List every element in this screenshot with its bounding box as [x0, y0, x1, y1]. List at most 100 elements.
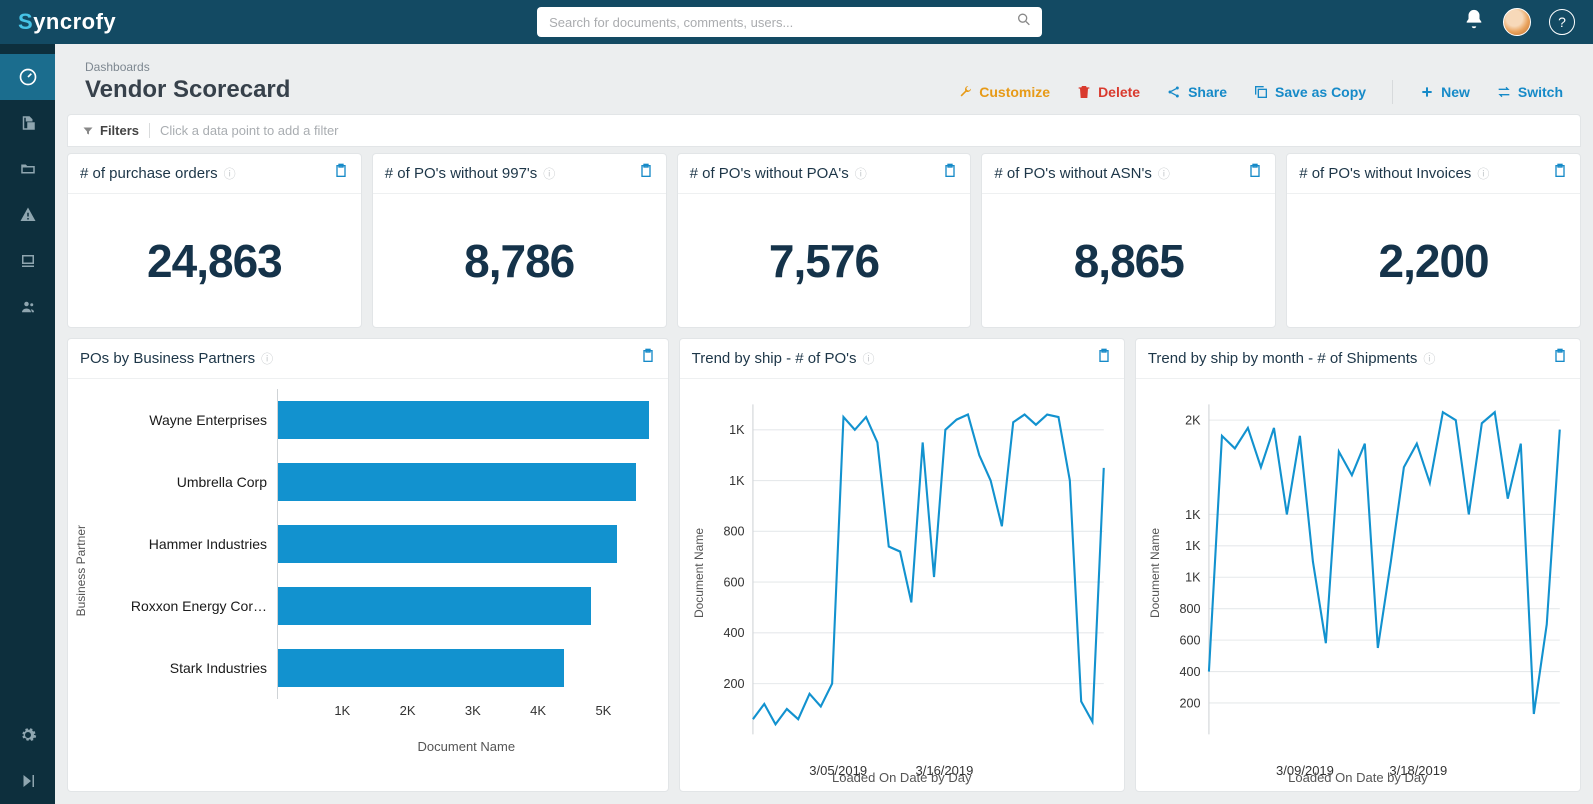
- kpi-card[interactable]: # of PO's without POA's ⓘ 7,576: [677, 153, 972, 328]
- kpi-card[interactable]: # of PO's without ASN's ⓘ 8,865: [981, 153, 1276, 328]
- new-button[interactable]: New: [1419, 84, 1470, 100]
- avatar[interactable]: [1503, 8, 1531, 36]
- bar-label: Roxxon Energy Cor…: [102, 598, 277, 614]
- main: Dashboards Vendor Scorecard Customize De…: [55, 44, 1593, 804]
- kpi-card[interactable]: # of PO's without 997's ⓘ 8,786: [372, 153, 667, 328]
- bar-row[interactable]: Hammer Industries: [102, 513, 656, 575]
- clipboard-icon[interactable]: [1552, 163, 1568, 184]
- clipboard-icon[interactable]: [1096, 348, 1112, 369]
- bar-xaxis-label: Document Name: [277, 739, 656, 754]
- line1-yaxis-label: Document Name: [692, 528, 706, 618]
- topbar: Syncrofy ?: [0, 0, 1593, 44]
- bar-label: Wayne Enterprises: [102, 412, 277, 428]
- sidebar-item-settings[interactable]: [0, 712, 55, 758]
- info-icon[interactable]: ⓘ: [1477, 165, 1489, 182]
- help-icon[interactable]: ?: [1549, 9, 1575, 35]
- share-icon: [1166, 84, 1182, 100]
- line2-chart-card: Trend by ship by month - # of Shipments …: [1135, 338, 1581, 792]
- line2-body[interactable]: Document Name 2004006008001K1K1K2K 3/09/…: [1136, 379, 1580, 791]
- info-icon[interactable]: ⓘ: [224, 165, 236, 182]
- page-title: Vendor Scorecard: [85, 76, 290, 104]
- clipboard-icon[interactable]: [942, 163, 958, 184]
- clipboard-icon[interactable]: [1247, 163, 1263, 184]
- bar-label: Stark Industries: [102, 660, 277, 676]
- search-wrap: [116, 7, 1463, 37]
- charts-row: POs by Business Partners ⓘ Business Part…: [67, 338, 1581, 792]
- svg-text:1K: 1K: [1185, 538, 1201, 553]
- kpi-value: 8,786: [373, 194, 666, 327]
- customize-button[interactable]: Customize: [957, 84, 1050, 100]
- sidebar-item-reports[interactable]: [0, 238, 55, 284]
- breadcrumb[interactable]: Dashboards: [85, 60, 290, 74]
- svg-text:1K: 1K: [1185, 569, 1201, 584]
- info-icon[interactable]: ⓘ: [863, 350, 875, 367]
- bar-row[interactable]: Stark Industries: [102, 637, 656, 699]
- kpi-title: # of PO's without POA's ⓘ: [690, 165, 867, 182]
- kpi-card[interactable]: # of PO's without Invoices ⓘ 2,200: [1286, 153, 1581, 328]
- kpi-value: 2,200: [1287, 194, 1580, 327]
- search-icon[interactable]: [1016, 12, 1032, 33]
- line1-chart-card: Trend by ship - # of PO's ⓘ Document Nam…: [679, 338, 1125, 792]
- svg-text:600: 600: [1179, 632, 1200, 647]
- sidebar-item-dashboard[interactable]: [0, 54, 55, 100]
- filters-bar[interactable]: Filters Click a data point to add a filt…: [67, 114, 1581, 147]
- info-icon[interactable]: ⓘ: [543, 165, 555, 182]
- kpi-title: # of PO's without ASN's ⓘ: [994, 165, 1169, 182]
- sidebar-item-users[interactable]: [0, 284, 55, 330]
- sidebar-item-folders[interactable]: [0, 146, 55, 192]
- sidebar-item-collapse[interactable]: [0, 758, 55, 804]
- kpi-row: # of purchase orders ⓘ 24,863 # of PO's …: [67, 153, 1581, 328]
- dashboard: # of purchase orders ⓘ 24,863 # of PO's …: [55, 147, 1593, 804]
- clipboard-icon[interactable]: [1552, 348, 1568, 369]
- info-icon[interactable]: ⓘ: [855, 165, 867, 182]
- filters-label: Filters: [82, 123, 139, 138]
- clipboard-icon[interactable]: [640, 348, 656, 369]
- kpi-value: 7,576: [678, 194, 971, 327]
- info-icon[interactable]: ⓘ: [1158, 165, 1170, 182]
- sidebar: [0, 44, 55, 804]
- kpi-value: 8,865: [982, 194, 1275, 327]
- line2-yaxis-label: Document Name: [1148, 528, 1162, 618]
- search-input[interactable]: [537, 7, 1042, 37]
- plus-icon: [1419, 84, 1435, 100]
- svg-text:1K: 1K: [1185, 507, 1201, 522]
- delete-button[interactable]: Delete: [1076, 84, 1140, 100]
- sidebar-item-alerts[interactable]: [0, 192, 55, 238]
- wrench-icon: [957, 84, 973, 100]
- kpi-value: 24,863: [68, 194, 361, 327]
- search-box: [537, 7, 1042, 37]
- line1-title: Trend by ship - # of PO's ⓘ: [692, 350, 875, 367]
- page-actions: Customize Delete Share Save as Copy: [957, 80, 1563, 104]
- line1-xaxis-label: Loaded On Date by Day: [692, 770, 1112, 785]
- bar-chart-title: POs by Business Partners ⓘ: [80, 350, 273, 367]
- save-as-copy-button[interactable]: Save as Copy: [1253, 84, 1366, 100]
- line1-body[interactable]: Document Name 2004006008001K1K 3/05/2019…: [680, 379, 1124, 791]
- bar-row[interactable]: Umbrella Corp: [102, 451, 656, 513]
- filters-hint: Click a data point to add a filter: [149, 123, 339, 138]
- kpi-title: # of purchase orders ⓘ: [80, 165, 236, 182]
- bar-yaxis-label: Business Partner: [74, 525, 88, 616]
- svg-text:1K: 1K: [729, 422, 745, 437]
- switch-button[interactable]: Switch: [1496, 84, 1563, 100]
- svg-text:1K: 1K: [729, 473, 745, 488]
- sidebar-item-documents[interactable]: [0, 100, 55, 146]
- info-icon[interactable]: ⓘ: [261, 350, 273, 367]
- svg-text:800: 800: [723, 523, 744, 538]
- bar-chart-card: POs by Business Partners ⓘ Business Part…: [67, 338, 669, 792]
- kpi-title: # of PO's without Invoices ⓘ: [1299, 165, 1489, 182]
- logo-first-letter: S: [18, 9, 33, 35]
- share-button[interactable]: Share: [1166, 84, 1227, 100]
- logo[interactable]: Syncrofy: [18, 9, 116, 35]
- svg-text:200: 200: [723, 676, 744, 691]
- svg-text:400: 400: [723, 625, 744, 640]
- bell-icon[interactable]: [1463, 8, 1485, 36]
- bar-row[interactable]: Roxxon Energy Cor…: [102, 575, 656, 637]
- kpi-card[interactable]: # of purchase orders ⓘ 24,863: [67, 153, 362, 328]
- info-icon[interactable]: ⓘ: [1423, 350, 1435, 367]
- clipboard-icon[interactable]: [638, 163, 654, 184]
- switch-icon: [1496, 84, 1512, 100]
- clipboard-icon[interactable]: [333, 163, 349, 184]
- bar-row[interactable]: Wayne Enterprises: [102, 389, 656, 451]
- filter-icon: [82, 125, 94, 137]
- bar-chart-body[interactable]: Business Partner Wayne Enterprises Umbre…: [68, 379, 668, 791]
